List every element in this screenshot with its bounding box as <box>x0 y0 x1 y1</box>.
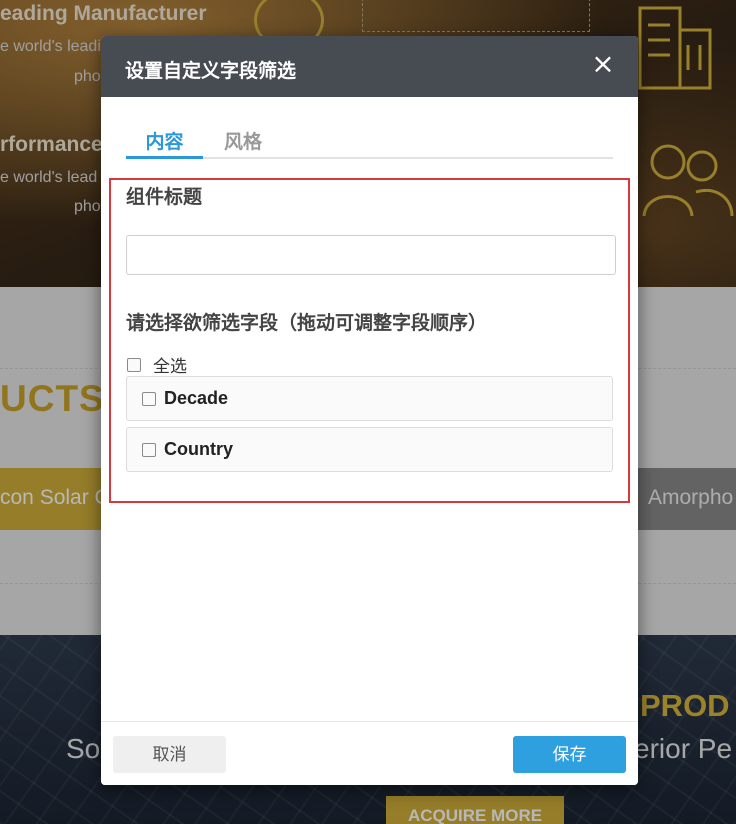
component-title-label: 组件标题 <box>126 187 203 208</box>
close-icon[interactable]: × <box>590 50 616 78</box>
field-label: Decade <box>164 388 229 408</box>
filter-fields-label: 请选择欲筛选字段（拖动可调整字段顺序） <box>126 313 488 334</box>
field-item-country[interactable]: Country <box>126 427 613 472</box>
tab-content[interactable]: 内容 <box>126 127 203 159</box>
field-checkbox[interactable] <box>142 391 156 406</box>
dialog-footer: 取消 保存 <box>101 721 638 785</box>
select-all-label: 全选 <box>153 357 187 376</box>
tab-style[interactable]: 风格 <box>224 127 262 159</box>
field-label: Country <box>164 439 233 459</box>
custom-field-filter-dialog: 设置自定义字段筛选 × 内容 风格 组件标题 请选择欲筛选字段（拖动可调整字段顺… <box>101 36 638 785</box>
field-item-decade[interactable]: Decade <box>126 376 613 421</box>
dialog-title: 设置自定义字段筛选 <box>125 61 297 82</box>
cancel-button[interactable]: 取消 <box>113 736 226 773</box>
save-button[interactable]: 保存 <box>513 736 626 773</box>
field-checkbox[interactable] <box>142 442 156 457</box>
select-all[interactable]: 全选 <box>127 352 187 377</box>
dialog-header: 设置自定义字段筛选 × <box>101 36 638 97</box>
dialog-tabs: 内容 风格 <box>126 121 613 159</box>
component-title-input[interactable] <box>126 235 616 275</box>
select-all-checkbox[interactable] <box>127 357 141 372</box>
